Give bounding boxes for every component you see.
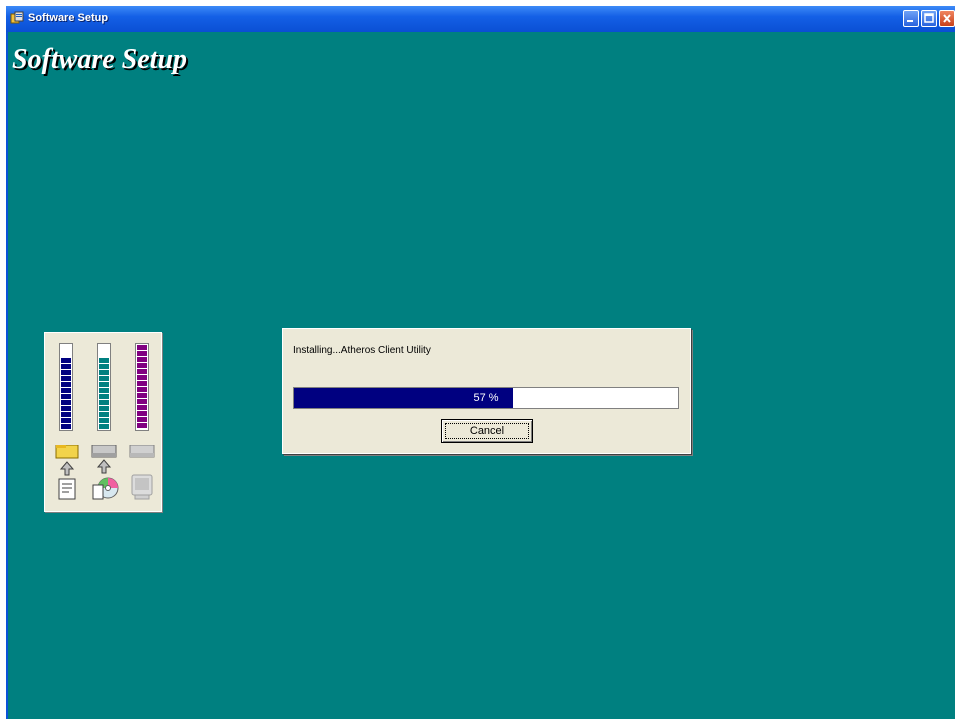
close-icon[interactable] [939, 10, 955, 27]
cancel-button[interactable]: Cancel [441, 419, 533, 443]
progress-meter-2 [97, 343, 111, 431]
progress-meter-1 [59, 343, 73, 431]
meter-1-fill [61, 357, 71, 429]
install-progress-dialog: Installing...Atheros Client Utility 57 %… [282, 328, 691, 454]
cd-install-icon [89, 444, 119, 505]
install-progress-bar: 57 % [293, 387, 679, 409]
meter-2-fill [99, 357, 109, 429]
setup-heading: Software Setup [12, 44, 188, 75]
title-bar[interactable]: Software Setup [6, 6, 955, 32]
setup-background: Software Setup Installing...Atheros Clie… [8, 32, 955, 719]
maximize-icon[interactable] [921, 10, 937, 27]
install-status-text: Installing...Atheros Client Utility [293, 345, 431, 356]
folder-to-file-icon [51, 444, 81, 505]
minimize-icon[interactable] [903, 10, 919, 27]
progress-percent-label: 57 % [473, 392, 499, 404]
computer-icon [127, 444, 157, 505]
window-title: Software Setup [28, 12, 109, 24]
setup-window: Software Setup Software Setup Installing… [6, 6, 955, 719]
meter-3-fill [137, 345, 147, 429]
install-status-panel [44, 332, 162, 512]
setup-app-icon [10, 11, 24, 25]
progress-meter-3 [135, 343, 149, 431]
